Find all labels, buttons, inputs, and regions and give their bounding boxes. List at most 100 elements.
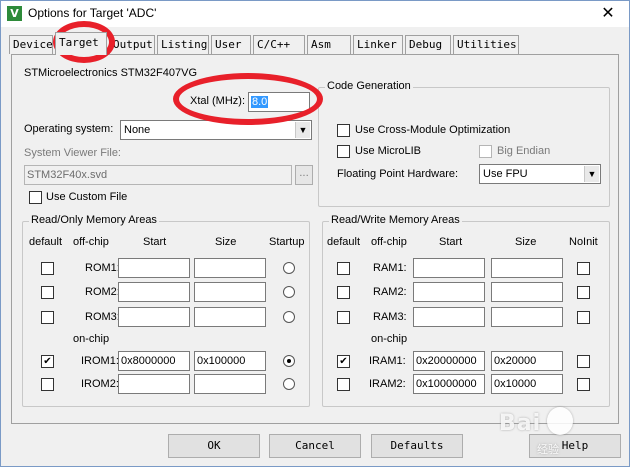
tab-device[interactable]: Device — [9, 35, 53, 54]
irom2-size-input[interactable] — [194, 374, 266, 394]
close-icon: ✕ — [601, 3, 615, 22]
iram2-size-input[interactable]: 0x10000 — [491, 374, 563, 394]
rom-header-start: Start — [143, 236, 167, 248]
big-endian-checkbox — [479, 145, 492, 158]
microlib-checkbox[interactable] — [337, 145, 350, 158]
cancel-button[interactable]: Cancel — [269, 434, 361, 458]
fpu-label: Floating Point Hardware: — [337, 168, 459, 180]
cross-module-checkbox[interactable] — [337, 124, 350, 137]
rom-header-startup: Startup — [269, 236, 305, 248]
ram2-noinit-checkbox[interactable] — [577, 286, 590, 299]
ram1-start-input[interactable] — [413, 258, 485, 278]
rom2-start-input[interactable] — [118, 282, 190, 302]
keil-app-icon: V — [7, 6, 22, 21]
chevron-down-icon: ▼ — [584, 166, 599, 182]
use-custom-file-label: Use Custom File — [46, 191, 128, 203]
rom2-startup-radio[interactable] — [283, 286, 295, 298]
iram1-default-checkbox[interactable]: ✔ — [337, 355, 350, 368]
ram1-noinit-checkbox[interactable] — [577, 262, 590, 275]
tab-linker[interactable]: Linker — [353, 35, 403, 54]
rom1-start-input[interactable] — [118, 258, 190, 278]
irom1-size-input[interactable]: 0x100000 — [194, 351, 266, 371]
irom1-startup-radio[interactable] — [283, 355, 295, 367]
svf-browse-button: ... — [295, 165, 313, 185]
xtal-label: Xtal (MHz): — [190, 95, 245, 107]
tab-target[interactable]: Target — [55, 32, 107, 55]
ram3-size-input[interactable] — [491, 307, 563, 327]
irom1-start-input[interactable]: 0x8000000 — [118, 351, 190, 371]
irom2-default-checkbox[interactable] — [41, 378, 54, 391]
big-endian-label: Big Endian — [497, 145, 551, 157]
rom-header-default: default — [29, 236, 63, 248]
iram1-size-input[interactable]: 0x20000 — [491, 351, 563, 371]
irom2-start-input[interactable] — [118, 374, 190, 394]
iram2-default-checkbox[interactable] — [337, 378, 350, 391]
rom3-size-input[interactable] — [194, 307, 266, 327]
ram3-start-input[interactable] — [413, 307, 485, 327]
ram-header-start: Start — [439, 236, 463, 248]
tab-listing[interactable]: Listing — [157, 35, 209, 54]
ram2-label: RAM2: — [373, 286, 407, 298]
help-button[interactable]: Help — [529, 434, 621, 458]
ram2-size-input[interactable] — [491, 282, 563, 302]
tab-utilities[interactable]: Utilities — [453, 35, 519, 54]
irom1-label: IROM1: — [81, 355, 119, 367]
ram1-default-checkbox[interactable] — [337, 262, 350, 275]
xtal-value: 8.0 — [251, 96, 269, 108]
rom2-label: ROM2: — [85, 286, 120, 298]
ram3-label: RAM3: — [373, 311, 407, 323]
iram1-start-input[interactable]: 0x20000000 — [413, 351, 485, 371]
ram-header-size: Size — [515, 236, 537, 248]
ram-header-default: default — [327, 236, 361, 248]
device-name: STMicroelectronics STM32F407VG — [24, 67, 197, 79]
defaults-button[interactable]: Defaults — [371, 434, 463, 458]
rom-onchip-label: on-chip — [73, 333, 110, 345]
title-bar: V Options for Target 'ADC' ✕ — [1, 1, 629, 27]
rom2-default-checkbox[interactable] — [41, 286, 54, 299]
rom1-size-input[interactable] — [194, 258, 266, 278]
svf-input: STM32F40x.svd — [24, 165, 292, 185]
tab-asm[interactable]: Asm — [307, 35, 351, 54]
fpu-select[interactable]: Use FPU ▼ — [479, 164, 601, 184]
tab-debug[interactable]: Debug — [405, 35, 451, 54]
rom3-startup-radio[interactable] — [283, 311, 295, 323]
rom3-start-input[interactable] — [118, 307, 190, 327]
ram1-label: RAM1: — [373, 262, 407, 274]
rom3-label: ROM3: — [85, 311, 120, 323]
iram1-label: IRAM1: — [369, 355, 406, 367]
code-generation-group: Code Generation Use Cross-Module Optimiz… — [318, 80, 610, 207]
tab-c-cpp[interactable]: C/C++ — [253, 35, 305, 54]
ram-areas-group: Read/Write Memory Areas default off-chip… — [322, 214, 610, 407]
ram2-default-checkbox[interactable] — [337, 286, 350, 299]
irom2-startup-radio[interactable] — [283, 378, 295, 390]
options-dialog: V Options for Target 'ADC' ✕ Device Targ… — [0, 0, 630, 467]
rom3-default-checkbox[interactable] — [41, 311, 54, 324]
target-panel: STMicroelectronics STM32F407VG Xtal (MHz… — [11, 54, 619, 424]
os-select[interactable]: None ▼ — [120, 120, 312, 140]
use-custom-file-checkbox[interactable] — [29, 191, 42, 204]
close-button[interactable]: ✕ — [591, 2, 625, 24]
os-label: Operating system: — [24, 123, 114, 135]
microlib-label: Use MicroLIB — [355, 145, 422, 157]
xtal-input[interactable]: 8.0 — [248, 92, 310, 112]
ram2-start-input[interactable] — [413, 282, 485, 302]
os-value: None — [124, 124, 151, 136]
ram3-default-checkbox[interactable] — [337, 311, 350, 324]
iram2-noinit-checkbox[interactable] — [577, 378, 590, 391]
rom-areas-group: Read/Only Memory Areas default off-chip … — [22, 214, 310, 407]
window-title: Options for Target 'ADC' — [28, 6, 157, 20]
rom1-startup-radio[interactable] — [283, 262, 295, 274]
tab-user[interactable]: User — [211, 35, 251, 54]
iram2-start-input[interactable]: 0x10000000 — [413, 374, 485, 394]
tab-output[interactable]: Output — [109, 35, 155, 54]
ram3-noinit-checkbox[interactable] — [577, 311, 590, 324]
iram2-label: IRAM2: — [369, 378, 406, 390]
iram1-noinit-checkbox[interactable] — [577, 355, 590, 368]
rom1-default-checkbox[interactable] — [41, 262, 54, 275]
ok-button[interactable]: OK — [168, 434, 260, 458]
ram1-size-input[interactable] — [491, 258, 563, 278]
irom1-default-checkbox[interactable]: ✔ — [41, 355, 54, 368]
cross-module-label: Use Cross-Module Optimization — [355, 124, 511, 136]
rom-areas-title: Read/Only Memory Areas — [29, 214, 159, 226]
rom2-size-input[interactable] — [194, 282, 266, 302]
